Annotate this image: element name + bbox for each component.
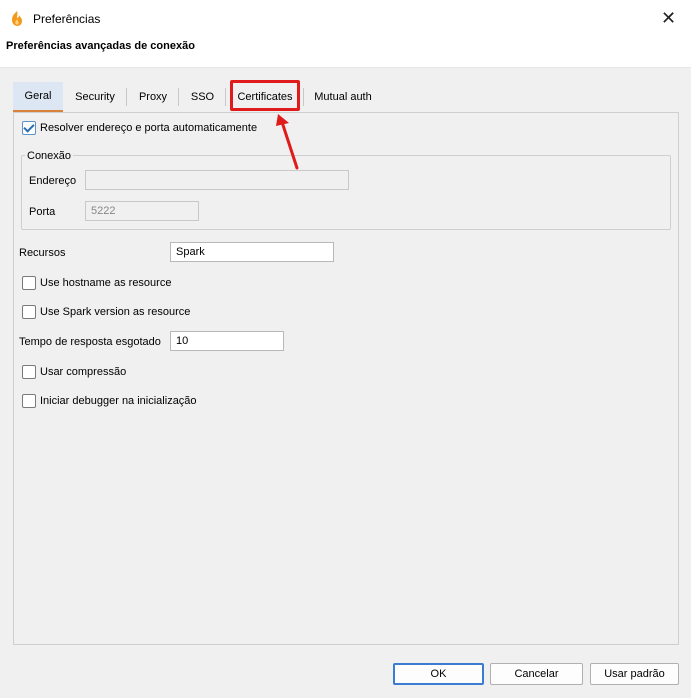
compression-label: Usar compressão — [40, 366, 127, 378]
tab-proxy[interactable]: Proxy — [128, 82, 178, 112]
auto-resolve-checkbox[interactable] — [22, 121, 36, 135]
use-hostname-label: Use hostname as resource — [40, 277, 172, 289]
tab-label: Geral — [24, 90, 52, 102]
dialog-header: Preferências avançadas de conexão — [0, 36, 691, 68]
tab-separator — [126, 88, 127, 106]
compression-checkbox[interactable] — [22, 365, 36, 379]
address-label: Endereço — [29, 175, 77, 187]
tab-separator — [225, 88, 226, 106]
ok-button-label: OK — [430, 668, 447, 680]
use-defaults-button[interactable]: Usar padrão — [590, 663, 679, 685]
window-title: Preferências — [33, 12, 101, 26]
ok-button[interactable]: OK — [393, 663, 484, 685]
timeout-input[interactable]: 10 — [170, 331, 284, 351]
close-button[interactable]: ✕ — [646, 0, 691, 36]
use-defaults-button-label: Usar padrão — [604, 668, 665, 680]
title-bar: Preferências ✕ — [0, 0, 691, 36]
tab-separator — [303, 88, 304, 106]
use-hostname-checkbox[interactable] — [22, 276, 36, 290]
resources-label: Recursos — [19, 247, 66, 259]
resources-input[interactable]: Spark — [170, 242, 334, 262]
tab-label: SSO — [190, 91, 215, 103]
spark-flame-icon — [12, 11, 22, 26]
port-label: Porta — [29, 206, 56, 218]
cancel-button-label: Cancelar — [514, 668, 559, 680]
tab-label: Proxy — [138, 91, 168, 103]
timeout-label: Tempo de resposta esgotado — [19, 336, 161, 348]
connection-legend: Conexão — [25, 150, 74, 162]
auto-resolve-label: Resolver endereço e porta automaticament… — [40, 122, 258, 134]
use-spark-version-label: Use Spark version as resource — [40, 306, 191, 318]
cancel-button[interactable]: Cancelar — [490, 663, 583, 685]
dialog-heading: Preferências avançadas de conexão — [6, 40, 195, 52]
certificates-highlight-box — [230, 80, 300, 111]
debugger-checkbox[interactable] — [22, 394, 36, 408]
close-icon: ✕ — [660, 7, 677, 28]
tab-mutual-auth[interactable]: Mutual auth — [307, 82, 379, 112]
tab-sso[interactable]: SSO — [180, 82, 225, 112]
tab-security[interactable]: Security — [65, 82, 125, 112]
port-field[interactable]: 5222 — [85, 201, 199, 221]
use-spark-version-checkbox[interactable] — [22, 305, 36, 319]
tab-separator — [178, 88, 179, 106]
tab-label: Security — [75, 91, 115, 103]
annotation-arrow-icon — [276, 114, 299, 170]
debugger-label: Iniciar debugger na inicialização — [40, 395, 197, 407]
tab-label: Mutual auth — [314, 91, 372, 103]
tab-geral[interactable]: Geral — [13, 82, 63, 112]
